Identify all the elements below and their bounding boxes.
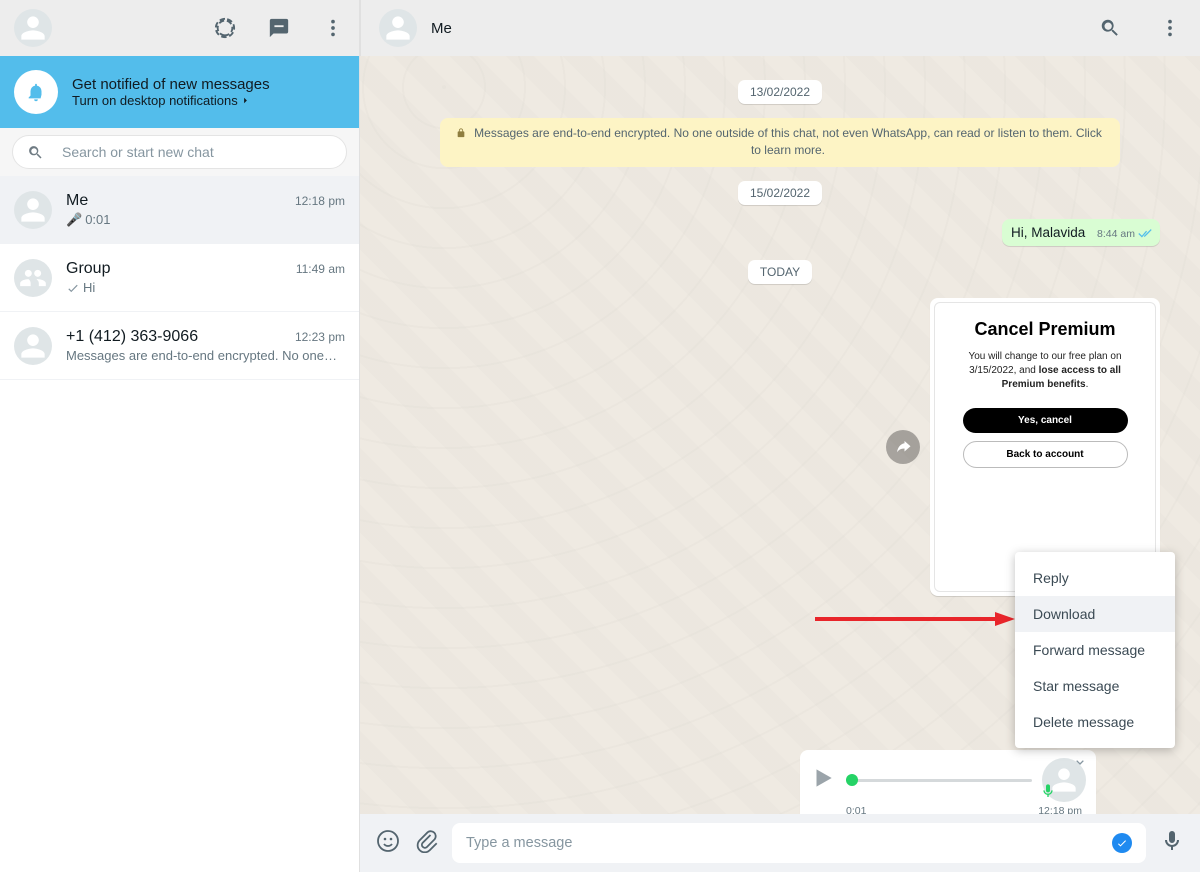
chat-time: 11:49 am xyxy=(296,262,345,276)
voice-message[interactable]: 0:01 12:18 pm xyxy=(800,750,1096,823)
menu-icon[interactable] xyxy=(321,16,345,40)
main-chat: Me 13/02/2022 Messages are end-to-end en… xyxy=(360,0,1200,872)
notification-subtitle: Turn on desktop notifications xyxy=(72,93,270,108)
chevron-right-icon xyxy=(240,95,251,106)
chat-preview: Messages are end-to-end encrypted. No on… xyxy=(66,348,345,363)
sidebar: Get notified of new messages Turn on des… xyxy=(0,0,360,872)
ctx-delete[interactable]: Delete message xyxy=(1015,704,1175,740)
message-text: Hi, Malavida xyxy=(1011,225,1085,240)
context-menu: Reply Download Forward message Star mess… xyxy=(1015,552,1175,748)
chat-menu-icon[interactable] xyxy=(1158,16,1182,40)
image-card-yes-button: Yes, cancel xyxy=(963,408,1128,433)
bell-off-icon xyxy=(14,70,58,114)
my-avatar[interactable] xyxy=(14,9,52,47)
date-divider: 13/02/2022 xyxy=(738,80,822,104)
double-check-icon xyxy=(1138,228,1152,239)
ctx-forward[interactable]: Forward message xyxy=(1015,632,1175,668)
new-chat-icon[interactable] xyxy=(267,16,291,40)
message-bubble[interactable]: Hi, Malavida 8:44 am xyxy=(1002,219,1160,246)
verified-badge-icon xyxy=(1112,833,1132,853)
message-time: 8:44 am xyxy=(1097,228,1135,240)
contact-name[interactable]: Me xyxy=(431,20,452,37)
check-icon xyxy=(66,281,80,295)
image-card-text: You will change to our free plan on 3/15… xyxy=(947,350,1143,392)
chat-name: Me xyxy=(66,192,88,210)
avatar xyxy=(14,191,52,229)
chat-time: 12:18 pm xyxy=(295,194,345,208)
chat-item-group[interactable]: Group 11:49 am Hi xyxy=(0,244,359,312)
composer xyxy=(360,814,1200,872)
sidebar-header xyxy=(0,0,359,56)
search-input[interactable] xyxy=(62,144,332,160)
search-box[interactable] xyxy=(12,135,347,169)
emoji-icon[interactable] xyxy=(376,829,400,858)
voice-avatar xyxy=(1042,758,1086,802)
mic-icon: 🎤 xyxy=(66,212,82,228)
contact-avatar[interactable] xyxy=(379,9,417,47)
composer-input[interactable] xyxy=(466,835,1112,851)
mic-button[interactable] xyxy=(1160,829,1184,858)
encryption-notice[interactable]: Messages are end-to-end encrypted. No on… xyxy=(440,118,1120,167)
avatar xyxy=(14,259,52,297)
search-icon xyxy=(27,144,44,161)
ctx-download[interactable]: Download xyxy=(1015,596,1175,632)
composer-input-wrap[interactable] xyxy=(452,823,1146,863)
avatar xyxy=(14,327,52,365)
date-divider: 15/02/2022 xyxy=(738,181,822,205)
mic-icon xyxy=(1040,783,1056,804)
notification-banner[interactable]: Get notified of new messages Turn on des… xyxy=(0,56,359,128)
play-button[interactable] xyxy=(810,765,836,796)
ctx-star[interactable]: Star message xyxy=(1015,668,1175,704)
chat-list: Me 12:18 pm 🎤 0:01 Group 11:49 am xyxy=(0,176,359,872)
lock-icon xyxy=(456,127,466,139)
image-card-title: Cancel Premium xyxy=(947,319,1143,340)
image-card-back-button: Back to account xyxy=(963,441,1128,468)
date-divider: TODAY xyxy=(748,260,812,284)
chat-preview: 🎤 0:01 xyxy=(66,212,345,228)
chat-item-phone[interactable]: +1 (412) 363-9066 12:23 pm Messages are … xyxy=(0,312,359,380)
annotation-arrow xyxy=(815,609,1015,629)
voice-progress[interactable] xyxy=(846,770,1032,790)
chat-time: 12:23 pm xyxy=(295,330,345,344)
ctx-reply[interactable]: Reply xyxy=(1015,560,1175,596)
chat-name: +1 (412) 363-9066 xyxy=(66,328,198,346)
forward-button[interactable] xyxy=(886,430,920,464)
chat-item-me[interactable]: Me 12:18 pm 🎤 0:01 xyxy=(0,176,359,244)
attach-icon[interactable] xyxy=(414,829,438,858)
notification-title: Get notified of new messages xyxy=(72,76,270,93)
search-row xyxy=(0,128,359,176)
message-row: Hi, Malavida 8:44 am xyxy=(400,219,1160,246)
chat-preview: Hi xyxy=(66,280,345,295)
status-icon[interactable] xyxy=(213,16,237,40)
search-in-chat-icon[interactable] xyxy=(1098,16,1122,40)
chat-header: Me xyxy=(360,0,1200,56)
chat-name: Group xyxy=(66,260,110,278)
